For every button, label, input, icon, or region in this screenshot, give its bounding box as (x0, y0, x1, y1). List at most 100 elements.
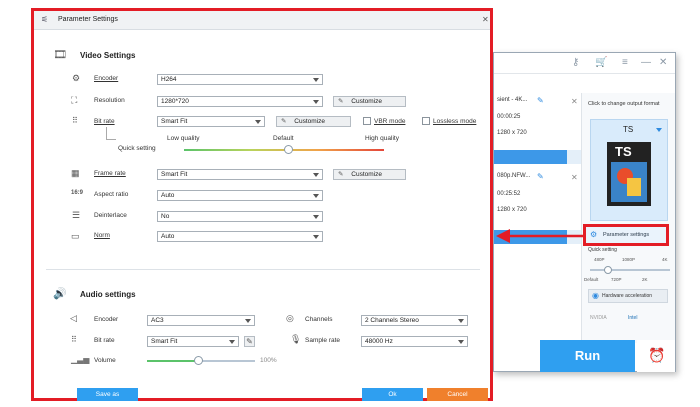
microphone-icon: 🎙 (290, 334, 302, 344)
parameter-settings-button[interactable]: ⚙ Parameter settings (583, 224, 669, 246)
format-card[interactable]: TS TS (590, 119, 668, 221)
resolution-value: 1280*720 (161, 98, 189, 105)
edit-icon[interactable]: ✎ (537, 96, 544, 105)
customize-label: Customize (351, 98, 382, 105)
frame-rate-value: Smart Fit (161, 171, 188, 178)
key-icon[interactable]: ⚷ (572, 57, 579, 68)
frame-rate-customize-button[interactable]: ✎ Customize (333, 169, 406, 180)
chevron-down-icon (313, 235, 319, 239)
audio-bitrate-value: Smart Fit (151, 338, 178, 345)
app-quick-slider-thumb[interactable] (604, 266, 612, 274)
audio-settings-icon: 🔊 (53, 288, 67, 300)
pencil-icon: ✎ (281, 118, 287, 125)
close-icon[interactable]: ✕ (659, 57, 667, 68)
speaker-icon: ◁ (70, 313, 77, 323)
format-thumbnail: TS (607, 142, 651, 206)
chevron-down-icon (458, 340, 464, 344)
file-resolution: 1280 x 720 (497, 207, 527, 213)
app-quick-slider[interactable] (590, 269, 670, 271)
file-duration: 00:00:25 (497, 114, 521, 120)
volume-slider-fill (147, 360, 198, 362)
quality-slider-thumb[interactable] (284, 145, 293, 154)
run-button[interactable]: Run (540, 340, 635, 372)
bracket-line (106, 127, 107, 139)
chevron-down-icon (229, 340, 235, 344)
chevron-down-icon (458, 319, 464, 323)
volume-bars-icon: ▁▃▅ (71, 355, 90, 364)
audio-bitrate-label: Bit rate (94, 337, 115, 344)
deinterlace-select[interactable]: No (157, 211, 323, 222)
channels-label: Channels (305, 316, 333, 323)
norm-select[interactable]: Auto (157, 231, 323, 242)
video-settings-title: Video Settings (80, 51, 136, 60)
selected-row-strip[interactable] (494, 150, 567, 164)
parameter-settings-dialog: ⚟ Parameter Settings ✕ 🎞 Video Settings … (31, 8, 493, 401)
menu-icon[interactable]: ≡ (622, 57, 628, 68)
bitrate-label[interactable]: Bit rate (94, 118, 115, 125)
video-bitrate-value: Smart Fit (161, 118, 188, 125)
volume-value: 100% (260, 357, 277, 364)
pencil-icon[interactable]: ✎ (244, 336, 255, 347)
resolution-select[interactable]: 1280*720 (157, 96, 323, 107)
gear-icon: ⚙ (72, 73, 81, 83)
film-icon: ▦ (71, 168, 80, 178)
ok-button[interactable]: Ok (362, 388, 423, 401)
resolution-customize-button[interactable]: ✎ Customize (333, 96, 406, 107)
pencil-icon: ✎ (338, 171, 344, 178)
chevron-down-icon (255, 120, 261, 124)
aspect-ratio-label: Aspect ratio (94, 191, 129, 198)
lossless-mode-checkbox[interactable] (422, 117, 430, 125)
sliders-icon: ⚙ (590, 230, 598, 239)
remove-icon[interactable]: ✕ (571, 97, 578, 106)
vbr-mode-label[interactable]: VBR mode (374, 118, 405, 125)
deinterlace-icon: ☰ (72, 210, 81, 220)
lossless-mode-label[interactable]: Lossless mode (433, 118, 476, 125)
app-titlebar: ⚷ 🛒 ≡ — ✕ (494, 53, 675, 74)
output-format-hint: Click to change output format (588, 101, 660, 107)
minimize-icon[interactable]: — (641, 57, 651, 68)
video-bitrate-select[interactable]: Smart Fit (157, 116, 265, 127)
format-badge: TS (615, 144, 632, 159)
file-name: sient - 4K... (497, 97, 528, 103)
edit-icon[interactable]: ✎ (537, 172, 544, 181)
video-settings-icon: 🎞 (53, 49, 67, 61)
remove-icon[interactable]: ✕ (571, 173, 578, 182)
deinterlace-value: No (161, 213, 170, 220)
cart-icon[interactable]: 🛒 (595, 57, 607, 68)
chevron-down-icon (313, 173, 319, 177)
chevron-down-icon[interactable] (656, 128, 662, 132)
frame-rate-label[interactable]: Frame rate (94, 170, 126, 177)
norm-label[interactable]: Norm (94, 232, 110, 239)
scale-label: 720P (611, 277, 622, 282)
alarm-clock-icon[interactable]: ⏰ (637, 340, 675, 372)
bitrate-customize-button[interactable]: ✎ Customize (276, 116, 351, 127)
vbr-mode-checkbox[interactable] (363, 117, 371, 125)
volume-slider-thumb[interactable] (193, 356, 203, 365)
chip-icon: ◉ (592, 291, 599, 300)
customize-label: Customize (294, 118, 325, 125)
row-side (567, 150, 581, 164)
sample-rate-select[interactable]: 48000 Hz (361, 336, 468, 347)
resolution-icon: ⛶ (71, 95, 78, 105)
video-encoder-value: H264 (161, 76, 177, 83)
scale-label: Default (584, 277, 599, 282)
audio-encoder-select[interactable]: AC3 (147, 315, 255, 326)
main-app-window: ⚷ 🛒 ≡ — ✕ sient - 4K... ✎ 00:00:25 1280 … (493, 52, 676, 372)
scale-label: 480P (594, 257, 605, 262)
cancel-button[interactable]: Cancel (427, 388, 488, 401)
channels-select[interactable]: 2 Channels Stereo (361, 315, 468, 326)
video-encoder-select[interactable]: H264 (157, 74, 323, 85)
low-quality-label: Low quality (167, 135, 200, 142)
scale-label: 2K (642, 277, 648, 282)
audio-bitrate-select[interactable]: Smart Fit (147, 336, 239, 347)
hardware-acceleration-button[interactable]: ◉ Hardware acceleration (588, 289, 668, 303)
scale-label: 1080P (622, 257, 636, 262)
aspect-ratio-icon: 16:9 (71, 190, 84, 196)
frame-rate-select[interactable]: Smart Fit (157, 169, 323, 180)
chevron-down-icon (313, 100, 319, 104)
close-icon[interactable]: ✕ (482, 15, 489, 24)
encoder-label[interactable]: Encoder (94, 75, 118, 82)
aspect-ratio-select[interactable]: Auto (157, 190, 323, 201)
save-as-button[interactable]: Save as (77, 388, 138, 401)
intel-label: Intel (628, 315, 638, 321)
